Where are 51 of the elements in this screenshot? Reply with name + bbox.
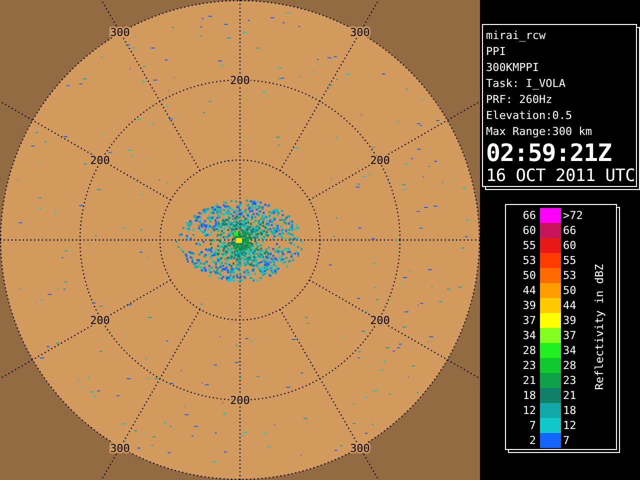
legend-value: 7 (562, 434, 571, 447)
legend-value: 39 (522, 299, 537, 312)
legend-value: 55 (562, 254, 578, 267)
range-label: 300 (110, 442, 130, 455)
legend-value: 50 (522, 269, 537, 282)
legend-value: 50 (562, 284, 578, 297)
legend-value: 12 (522, 404, 537, 417)
legend-value: 44 (522, 284, 537, 297)
legend-value: 39 (562, 314, 578, 327)
legend-title: Reflectivity in dBZ (593, 264, 606, 390)
range-label: 300 (110, 26, 130, 39)
range-label: 200 (230, 394, 250, 407)
scan-date: 16 OCT 2011 UTC (486, 166, 636, 186)
legend-value: 34 (562, 344, 578, 357)
legend-value: 55 (522, 239, 537, 252)
legend-value: 18 (562, 404, 578, 417)
legend-value: 66 (522, 209, 537, 222)
legend-value: >72 (562, 209, 584, 222)
range-label: 200 (90, 314, 110, 327)
legend-value: 28 (562, 359, 578, 372)
scan-time: 02:59:21Z (486, 140, 613, 166)
legend-value: 12 (562, 419, 578, 432)
legend-value: 37 (522, 314, 537, 327)
range-label: 300 (350, 442, 370, 455)
legend-value: 23 (562, 374, 578, 387)
legend-value: 18 (522, 389, 537, 402)
legend-value: 66 (562, 224, 578, 237)
legend-value: 21 (562, 389, 578, 402)
legend-value: 2 (528, 434, 537, 447)
info-line: Elevation:0.5 (486, 108, 574, 124)
legend-value: 28 (522, 344, 537, 357)
info-line: mirai_rcw (486, 28, 547, 44)
range-label: 200 (370, 314, 390, 327)
range-label: 200 (230, 74, 250, 87)
info-line: 300KMPPI (486, 60, 540, 76)
range-label: 300 (350, 26, 370, 39)
legend-value: 60 (522, 224, 537, 237)
range-label: 200 (90, 154, 110, 167)
legend-value: 23 (522, 359, 537, 372)
legend-value: 34 (522, 329, 537, 342)
legend-value: 60 (562, 239, 578, 252)
info-line: Task: I_VOLA (486, 76, 566, 92)
info-line: PRF: 260Hz (486, 92, 554, 108)
legend-value: 53 (562, 269, 578, 282)
legend-value: 53 (522, 254, 537, 267)
info-line: Max Range:300 km (486, 124, 593, 140)
legend-value: 21 (522, 374, 537, 387)
legend-value: 37 (562, 329, 578, 342)
info-line: PPI (486, 44, 507, 60)
legend-value: 44 (562, 299, 578, 312)
legend-value: 7 (528, 419, 537, 432)
